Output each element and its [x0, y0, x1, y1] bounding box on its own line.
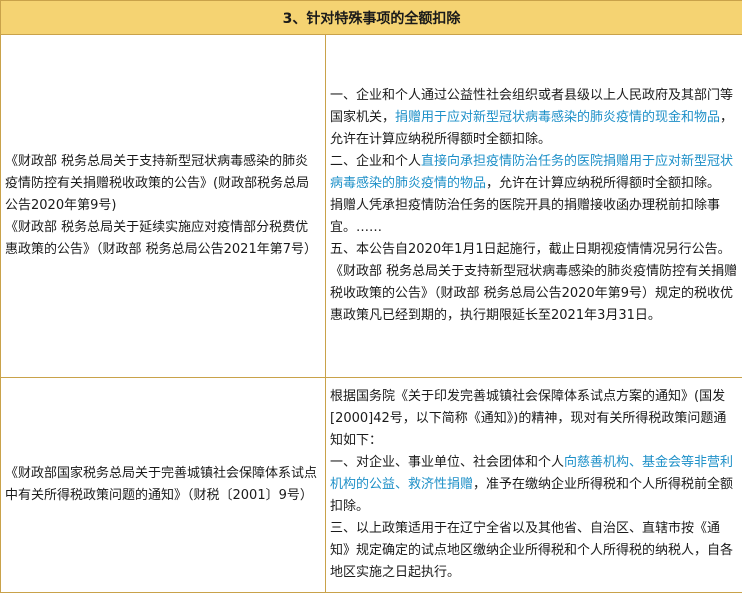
policy-document-title: 《财政部 税务总局关于支持新型冠状病毒感染的肺炎疫情防控有关捐赠税收政策的公告》…: [5, 154, 310, 213]
policy-paragraph: 《财政部 税务总局关于支持新型冠状病毒感染的肺炎疫情防控有关捐赠税收政策的公告》…: [330, 264, 738, 323]
policy-paragraph: 根据国务院《关于印发完善城镇社会保障体系试点方案的通知》(国发[2000]42号…: [330, 389, 727, 448]
policy-paragraph: 五、本公告自2020年1月1日起施行，截止日期视疫情情况另行公告。: [330, 242, 731, 257]
table-row: 《财政部 税务总局关于支持新型冠状病毒感染的肺炎疫情防控有关捐赠税收政策的公告》…: [0, 34, 742, 378]
policy-content-cell: 一、企业和个人通过公益性社会组织或者县级以上人民政府及其部门等国家机关，捐赠用于…: [325, 34, 742, 378]
table-title: 3、针对特殊事项的全额扣除: [0, 0, 742, 35]
policy-document-title: 《财政部 税务总局关于延续实施应对疫情部分税费优惠政策的公告》（财政部 税务总局…: [5, 220, 317, 257]
table-header-row: 3、针对特殊事项的全额扣除: [0, 0, 742, 35]
policy-paragraph: 二、企业和个人直接向承担疫情防治任务的医院捐赠用于应对新型冠状病毒感染的肺炎疫情…: [330, 151, 738, 195]
policy-text: ，允许在计算应纳税所得额时全额扣除。: [486, 176, 721, 191]
table-row: 《财政部国家税务总局关于完善城镇社会保障体系试点中有关所得税政策问题的通知》（财…: [0, 377, 742, 593]
policy-document-title: 《财政部国家税务总局关于完善城镇社会保障体系试点中有关所得税政策问题的通知》（财…: [5, 466, 318, 503]
policy-paragraph: 三、以上政策适用于在辽宁全省以及其他省、自治区、直辖市按《通知》规定确定的试点地…: [330, 521, 734, 580]
policy-content-cell: 根据国务院《关于印发完善城镇社会保障体系试点方案的通知》(国发[2000]42号…: [325, 377, 742, 593]
policy-paragraph: 捐赠人凭承担疫情防治任务的医院开具的捐赠接收函办理税前扣除事宜。……: [330, 198, 721, 235]
policy-table: 3、针对特殊事项的全额扣除 《财政部 税务总局关于支持新型冠状病毒感染的肺炎疫情…: [0, 0, 742, 593]
policy-paragraph: 一、对企业、事业单位、社会团体和个人向慈善机构、基金会等非营利机构的公益、救济性…: [330, 452, 738, 518]
policy-paragraph: 一、企业和个人通过公益性社会组织或者县级以上人民政府及其部门等国家机关，捐赠用于…: [330, 85, 738, 151]
policy-source-cell: 《财政部国家税务总局关于完善城镇社会保障体系试点中有关所得税政策问题的通知》（财…: [0, 377, 326, 593]
policy-source-cell: 《财政部 税务总局关于支持新型冠状病毒感染的肺炎疫情防控有关捐赠税收政策的公告》…: [0, 34, 326, 378]
policy-text: 二、企业和个人: [330, 154, 422, 169]
highlighted-text: 捐赠用于应对新型冠状病毒感染的肺炎疫情的现金和物品: [395, 110, 721, 125]
policy-text: 一、对企业、事业单位、社会团体和个人: [330, 455, 565, 470]
